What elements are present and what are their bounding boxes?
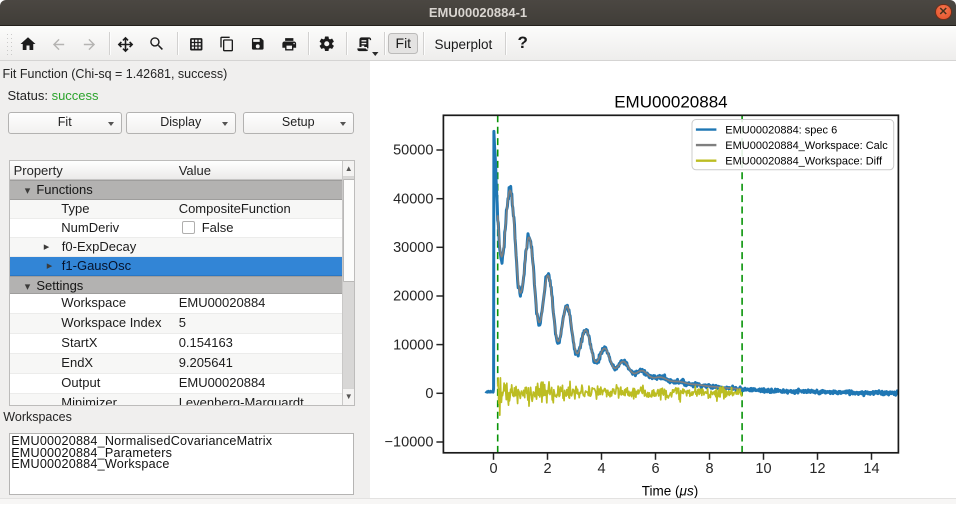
svg-text:30000: 30000 xyxy=(393,240,433,256)
svg-text:Time (μs): Time (μs) xyxy=(642,484,698,499)
svg-text:EMU00020884: spec 6: EMU00020884: spec 6 xyxy=(725,125,837,137)
svg-text:EMU00020884: EMU00020884 xyxy=(614,93,727,112)
svg-text:EMU00020884_Workspace: Diff: EMU00020884_Workspace: Diff xyxy=(725,156,883,168)
svg-text:−10000: −10000 xyxy=(385,435,434,451)
svg-text:6: 6 xyxy=(651,461,659,477)
svg-text:4: 4 xyxy=(597,461,605,477)
svg-text:0: 0 xyxy=(425,386,433,402)
svg-text:20000: 20000 xyxy=(393,289,433,305)
svg-text:0: 0 xyxy=(489,461,497,477)
svg-text:40000: 40000 xyxy=(393,191,433,207)
svg-text:8: 8 xyxy=(705,461,713,477)
svg-text:14: 14 xyxy=(863,461,879,477)
svg-text:10000: 10000 xyxy=(393,337,433,353)
svg-text:10: 10 xyxy=(755,461,771,477)
svg-text:12: 12 xyxy=(809,461,825,477)
svg-text:50000: 50000 xyxy=(393,143,433,159)
svg-text:2: 2 xyxy=(543,461,551,477)
svg-text:EMU00020884_Workspace: Calc: EMU00020884_Workspace: Calc xyxy=(725,140,888,152)
